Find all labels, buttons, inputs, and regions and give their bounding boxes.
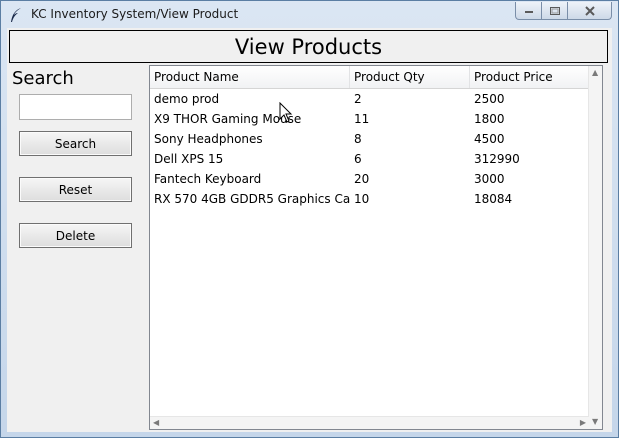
maximize-icon <box>549 6 560 15</box>
cell-price: 3000 <box>474 172 505 186</box>
products-table[interactable]: Product Name Product Qty Product Price d… <box>149 65 603 430</box>
client-area: View Products Search Search Reset Delete… <box>7 28 612 432</box>
cell-name: demo prod <box>154 92 220 106</box>
window-title: KC Inventory System/View Product <box>31 7 239 21</box>
close-button[interactable] <box>568 2 612 20</box>
minimize-button[interactable] <box>515 2 542 20</box>
scroll-right-icon[interactable]: ▶ <box>580 418 586 428</box>
delete-button[interactable]: Delete <box>19 223 132 248</box>
cell-price: 312990 <box>474 152 520 166</box>
app-window: KC Inventory System/View Product View Pr… <box>0 0 619 438</box>
reset-button[interactable]: Reset <box>19 177 132 202</box>
minimize-icon <box>524 10 533 13</box>
cell-name: RX 570 4GB GDDR5 Graphics Card <box>154 192 350 206</box>
scroll-left-icon[interactable]: ◀ <box>153 418 159 428</box>
cell-price: 18084 <box>474 192 513 206</box>
page-title: View Products <box>234 34 383 59</box>
column-header-price[interactable]: Product Price <box>470 66 589 88</box>
search-heading: Search <box>12 68 74 89</box>
table-header: Product Name Product Qty Product Price <box>150 66 589 89</box>
table-row[interactable]: RX 570 4GB GDDR5 Graphics Card 10 18084 <box>150 189 589 209</box>
cell-name: Dell XPS 15 <box>154 152 224 166</box>
column-header-name[interactable]: Product Name <box>150 66 350 88</box>
feather-icon <box>11 8 21 22</box>
maximize-button[interactable] <box>542 2 568 20</box>
mouse-cursor-icon <box>279 102 293 123</box>
vertical-scrollbar[interactable]: ▲ ▼ <box>588 66 602 429</box>
cell-price: 4500 <box>474 132 505 146</box>
cell-price: 2500 <box>474 92 505 106</box>
cell-name: X9 THOR Gaming Mouse <box>154 112 302 126</box>
cell-name: Sony Headphones <box>154 132 263 146</box>
cell-price: 1800 <box>474 112 505 126</box>
table-row[interactable]: demo prod 2 2500 <box>150 89 589 109</box>
scroll-up-icon[interactable]: ▲ <box>592 68 598 78</box>
table-body: demo prod 2 2500 X9 THOR Gaming Mouse 11… <box>150 89 589 209</box>
cell-qty: 20 <box>354 172 370 186</box>
close-icon <box>584 5 595 16</box>
table-row[interactable]: Dell XPS 15 6 312990 <box>150 149 589 169</box>
page-header: View Products <box>9 30 608 63</box>
cell-qty: 11 <box>354 112 370 126</box>
table-row[interactable]: Sony Headphones 8 4500 <box>150 129 589 149</box>
scroll-down-icon[interactable]: ▼ <box>592 417 598 427</box>
cell-qty: 10 <box>354 192 370 206</box>
cell-qty: 6 <box>354 152 362 166</box>
table-row[interactable]: X9 THOR Gaming Mouse 11 1800 <box>150 109 589 129</box>
table-row[interactable]: Fantech Keyboard 20 3000 <box>150 169 589 189</box>
cell-qty: 2 <box>354 92 362 106</box>
search-button[interactable]: Search <box>19 131 132 156</box>
cell-qty: 8 <box>354 132 362 146</box>
cell-name: Fantech Keyboard <box>154 172 262 186</box>
horizontal-scrollbar[interactable]: ◀ ▶ <box>150 416 589 429</box>
column-header-qty[interactable]: Product Qty <box>350 66 470 88</box>
title-bar[interactable]: KC Inventory System/View Product <box>1 1 618 28</box>
window-controls <box>515 2 612 20</box>
search-input[interactable] <box>19 94 132 120</box>
